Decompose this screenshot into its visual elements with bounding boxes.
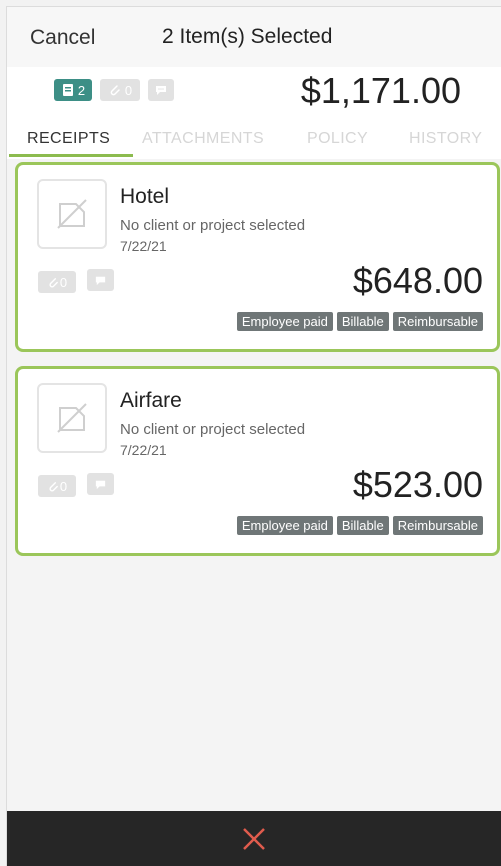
card-date: 7/22/21 — [120, 442, 167, 458]
cancel-button[interactable]: Cancel — [30, 26, 95, 50]
receipt-card[interactable]: Airfare No client or project selected 7/… — [15, 366, 500, 556]
active-tab-indicator — [9, 154, 133, 157]
tab-bar: RECEIPTS ATTACHMENTS POLICY HISTORY — [7, 125, 501, 157]
card-amount: $648.00 — [352, 260, 483, 301]
card-tags: Employee paid Billable Reimbursable — [236, 516, 483, 535]
receipts-count: 2 — [77, 82, 86, 98]
tag-billable: Billable — [336, 516, 389, 535]
bottom-action-bar — [7, 811, 501, 866]
no-image-icon — [57, 199, 87, 229]
card-tags: Employee paid Billable Reimbursable — [236, 312, 483, 331]
card-subtitle: No client or project selected — [120, 217, 306, 234]
attachments-count: 0 — [124, 82, 133, 98]
receipt-thumbnail[interactable] — [37, 179, 107, 249]
card-date: 7/22/21 — [120, 238, 167, 254]
paperclip-icon — [49, 481, 58, 491]
paperclip-icon — [49, 277, 58, 287]
card-attachments-badge[interactable]: 0 — [38, 271, 76, 293]
comments-badge[interactable] — [148, 79, 174, 101]
tag-reimbursable: Reimbursable — [392, 312, 483, 331]
card-attachments-count: 0 — [59, 478, 68, 494]
tag-employee-paid: Employee paid — [236, 516, 333, 535]
receipt-card[interactable]: Hotel No client or project selected 7/22… — [15, 162, 500, 352]
tab-receipts[interactable]: RECEIPTS — [27, 130, 110, 148]
tab-history[interactable]: HISTORY — [409, 130, 482, 148]
tab-policy[interactable]: POLICY — [307, 130, 368, 148]
card-amount: $523.00 — [352, 464, 483, 505]
no-image-icon — [57, 403, 87, 433]
comment-icon — [95, 480, 106, 489]
card-title: Airfare — [120, 389, 182, 412]
total-amount: $1,171.00 — [300, 70, 461, 111]
close-icon[interactable] — [241, 826, 267, 852]
top-bar: Cancel 2 Item(s) Selected — [7, 7, 501, 67]
card-attachments-badge[interactable]: 0 — [38, 475, 76, 497]
tag-reimbursable: Reimbursable — [392, 516, 483, 535]
app-frame: Cancel 2 Item(s) Selected 2 0 $1,171.00 … — [6, 6, 501, 866]
comment-icon — [95, 276, 106, 285]
receipt-thumbnail[interactable] — [37, 383, 107, 453]
tab-attachments[interactable]: ATTACHMENTS — [142, 130, 264, 148]
comment-icon — [156, 86, 166, 95]
receipt-icon — [62, 84, 73, 96]
tag-billable: Billable — [336, 312, 389, 331]
card-comments-badge[interactable] — [87, 269, 114, 291]
paperclip-icon — [110, 85, 120, 96]
card-comments-badge[interactable] — [87, 473, 114, 495]
tag-employee-paid: Employee paid — [236, 312, 333, 331]
receipts-count-badge[interactable]: 2 — [54, 79, 92, 101]
card-attachments-count: 0 — [59, 274, 68, 290]
page-title: 2 Item(s) Selected — [162, 25, 333, 48]
card-title: Hotel — [120, 185, 170, 208]
card-subtitle: No client or project selected — [120, 421, 306, 438]
attachments-count-badge[interactable]: 0 — [100, 79, 140, 101]
